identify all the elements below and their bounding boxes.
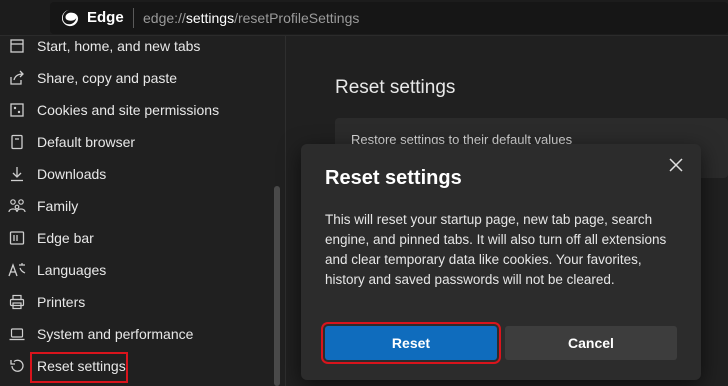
close-icon bbox=[669, 158, 683, 172]
sidebar-item-cookies[interactable]: Cookies and site permissions bbox=[0, 94, 270, 126]
sidebar-item-label: Edge bar bbox=[37, 230, 94, 246]
sidebar-item-label: Reset settings bbox=[37, 358, 126, 374]
dialog-message: This will reset your startup page, new t… bbox=[325, 212, 667, 287]
settings-sidebar: Start, home, and new tabs Share, copy an… bbox=[0, 36, 286, 386]
sidebar-item-label: Languages bbox=[37, 262, 107, 278]
sidebar-item-reset-settings[interactable]: Reset settings bbox=[0, 350, 270, 383]
printer-icon bbox=[7, 292, 27, 312]
dialog-title: Reset settings bbox=[325, 167, 462, 189]
sidebar-item-family[interactable]: Family bbox=[0, 190, 270, 222]
sidebar-item-share[interactable]: Share, copy and paste bbox=[0, 62, 270, 94]
sidebar-item-label: Family bbox=[37, 198, 79, 214]
home-icon bbox=[7, 36, 27, 56]
cookies-icon bbox=[7, 100, 27, 120]
family-icon bbox=[7, 196, 27, 216]
share-icon bbox=[7, 68, 27, 88]
languages-icon bbox=[7, 260, 27, 280]
reset-icon bbox=[7, 356, 27, 376]
url-host: settings bbox=[185, 10, 235, 26]
sidebar-item-label: Downloads bbox=[37, 166, 107, 182]
cancel-button[interactable]: Cancel bbox=[505, 326, 677, 360]
close-button[interactable] bbox=[663, 152, 689, 178]
sidebar-item-label: Start, home, and new tabs bbox=[37, 38, 201, 54]
browser-name: Edge bbox=[87, 9, 124, 26]
page-title: Reset settings bbox=[335, 77, 456, 98]
sidebar-item-edge-bar[interactable]: Edge bar bbox=[0, 222, 270, 254]
edge-bar-icon bbox=[7, 228, 27, 248]
url-path: /resetProfileSettings bbox=[234, 10, 360, 26]
sidebar-item-label: Cookies and site permissions bbox=[37, 102, 220, 118]
sidebar-item-label: Share, copy and paste bbox=[37, 70, 178, 86]
sidebar-item-label: System and performance bbox=[37, 326, 194, 342]
sidebar-item-downloads[interactable]: Downloads bbox=[0, 158, 270, 190]
reset-button[interactable]: Reset bbox=[325, 326, 497, 360]
sidebar-scrollbar[interactable] bbox=[274, 186, 280, 386]
url-text[interactable]: edge://settings/resetProfileSettings bbox=[143, 10, 359, 26]
url-prefix: edge:// bbox=[143, 10, 186, 26]
reset-settings-dialog: Reset settings This will reset your star… bbox=[301, 144, 701, 380]
sidebar-item-label: Printers bbox=[37, 294, 86, 310]
sidebar-item-label: Default browser bbox=[37, 134, 136, 150]
edge-logo-icon bbox=[61, 9, 79, 27]
address-separator bbox=[133, 8, 134, 28]
download-icon bbox=[7, 164, 27, 184]
sidebar-item-system[interactable]: System and performance bbox=[0, 318, 270, 350]
sidebar-item-languages[interactable]: Languages bbox=[0, 254, 270, 286]
sidebar-item-printers[interactable]: Printers bbox=[0, 286, 270, 318]
browser-icon bbox=[7, 132, 27, 152]
sidebar-item-default-browser[interactable]: Default browser bbox=[0, 126, 270, 158]
sidebar-item-start-home[interactable]: Start, home, and new tabs bbox=[0, 30, 270, 62]
laptop-icon bbox=[7, 324, 27, 344]
